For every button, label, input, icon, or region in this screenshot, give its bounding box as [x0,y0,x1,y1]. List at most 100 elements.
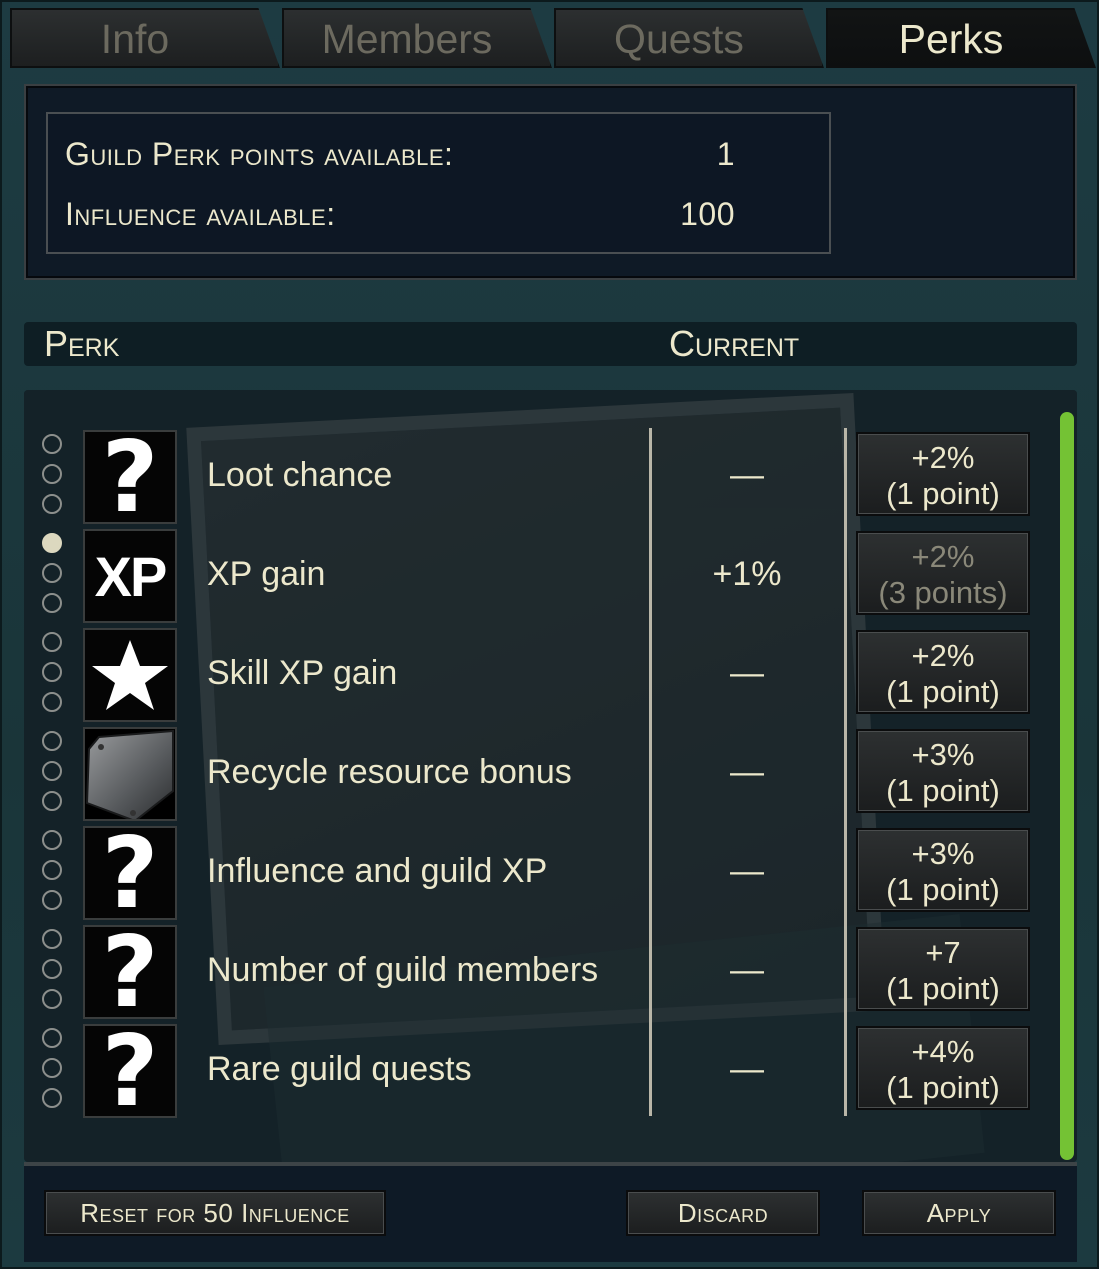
perk-name: Rare guild quests [207,1050,472,1088]
perk-row-xp-gain: XP XP gain +1% +2% (3 points) [24,527,1077,625]
perk-name: XP gain [207,555,326,593]
tab-members[interactable]: Members [282,8,552,68]
tab-quests-label: Quests [614,16,744,62]
metal-plate-icon [83,727,177,821]
tab-bar: Info Members Quests Perks [10,8,1096,70]
perk-current-value: — [730,1050,764,1088]
perk-name: Number of guild members [207,951,599,989]
perk-list: ? Loot chance — +2% (1 point) XP XP gain… [24,390,1077,1162]
level-indicators [42,533,68,623]
perk-current-value: — [730,753,764,791]
level-indicators [42,830,68,920]
perk-name: Influence and guild XP [207,852,548,890]
level-indicators [42,731,68,821]
level-indicators [42,929,68,1019]
tab-quests[interactable]: Quests [554,8,824,68]
perk-current-value: — [730,852,764,890]
upgrade-cost: (1 point) [886,674,1000,709]
upgrade-amount: +3% [911,737,975,772]
perk-name: Recycle resource bonus [207,753,572,791]
perk-name: Skill XP gain [207,654,398,692]
level-indicators [42,1028,68,1118]
influence-label: Influence available: [65,196,336,232]
level-dot [42,563,62,583]
upgrade-button-recycle-resource-bonus[interactable]: +3% (1 point) [856,729,1030,813]
xp-icon: XP [83,529,177,623]
tab-perks-label: Perks [898,16,1004,62]
level-dot [42,692,62,712]
tab-members-label: Members [321,16,493,62]
level-dot [42,464,62,484]
perk-row-recycle-resource-bonus: Recycle resource bonus — +3% (1 point) [24,725,1077,823]
upgrade-cost: (1 point) [886,476,1000,511]
perk-list-header: Perk Current [24,322,1077,366]
upgrade-button-loot-chance[interactable]: +2% (1 point) [856,432,1030,516]
upgrade-amount: +2% [911,440,975,475]
level-dot [42,860,62,880]
perk-name: Loot chance [207,456,393,494]
upgrade-cost: (1 point) [886,773,1000,808]
level-dot [42,1058,62,1078]
header-perk: Perk [44,323,120,364]
points-panel: Guild Perk points available: 1 Influence… [24,84,1077,280]
question-icon: ? [83,429,177,527]
level-dot [42,830,62,850]
perk-current-value: — [730,456,764,494]
question-icon: ? [83,825,177,923]
perk-list-scrollbar[interactable] [1060,412,1074,1160]
level-dot [42,989,62,1009]
upgrade-button-number-of-guild-members[interactable]: +7 (1 point) [856,927,1030,1011]
perk-points-label: Guild Perk points available: [65,136,454,172]
upgrade-cost: (1 point) [886,1070,1000,1105]
level-dot [42,1088,62,1108]
tab-perks[interactable]: Perks [826,8,1096,68]
upgrade-cost: (1 point) [886,872,1000,907]
apply-button[interactable]: Apply [862,1190,1056,1236]
tab-info-label: Info [100,16,170,62]
perk-points-value: 1 [716,136,735,172]
upgrade-amount: +3% [911,836,975,871]
level-indicators [42,632,68,722]
perk-points-row: Guild Perk points available: 1 [65,136,825,186]
influence-value: 100 [680,196,735,232]
points-summary: Guild Perk points available: 1 Influence… [46,112,831,254]
upgrade-button-influence-and-guild-xp[interactable]: +3% (1 point) [856,828,1030,912]
question-icon: ? [83,1023,177,1121]
upgrade-amount: +2% [911,539,975,574]
upgrade-button-skill-xp-gain[interactable]: +2% (1 point) [856,630,1030,714]
upgrade-button-rare-guild-quests[interactable]: +4% (1 point) [856,1026,1030,1110]
reset-button[interactable]: Reset for 50 Influence [44,1190,386,1236]
upgrade-button-xp-gain[interactable]: +2% (3 points) [856,531,1030,615]
level-dot [42,434,62,454]
upgrade-amount: +2% [911,638,975,673]
level-dot [42,1028,62,1048]
discard-button[interactable]: Discard [626,1190,820,1236]
upgrade-amount: +4% [911,1034,975,1069]
upgrade-amount: +7 [925,935,961,970]
upgrade-cost: (3 points) [878,575,1008,610]
level-dot [42,632,62,652]
guild-window: Info Members Quests Perks Guild Perk poi… [0,0,1099,1269]
header-current: Current [669,323,800,364]
perk-current-value: — [730,654,764,692]
tab-info[interactable]: Info [10,8,280,68]
upgrade-cost: (1 point) [886,971,1000,1006]
perk-row-rare-guild-quests: ? Rare guild quests — +4% (1 point) [24,1022,1077,1121]
level-dot [42,593,62,613]
level-indicators [42,434,68,524]
question-icon: ? [83,924,177,1022]
perk-row-loot-chance: ? Loot chance — +2% (1 point) [24,428,1077,527]
level-dot [42,791,62,811]
level-dot [42,494,62,514]
footer-bar: Reset for 50 Influence Discard Apply [24,1166,1077,1262]
perk-row-skill-xp-gain: Skill XP gain — +2% (1 point) [24,626,1077,724]
level-dot [42,731,62,751]
star-icon [83,628,177,722]
influence-row: Influence available: 100 [65,196,825,246]
perk-row-number-of-guild-members: ? Number of guild members — +7 (1 point) [24,923,1077,1022]
level-dot [42,890,62,910]
perk-current-value: +1% [712,555,782,593]
level-dot [42,959,62,979]
level-dot [42,662,62,682]
perk-row-influence-and-guild-xp: ? Influence and guild XP — +3% (1 point) [24,824,1077,923]
